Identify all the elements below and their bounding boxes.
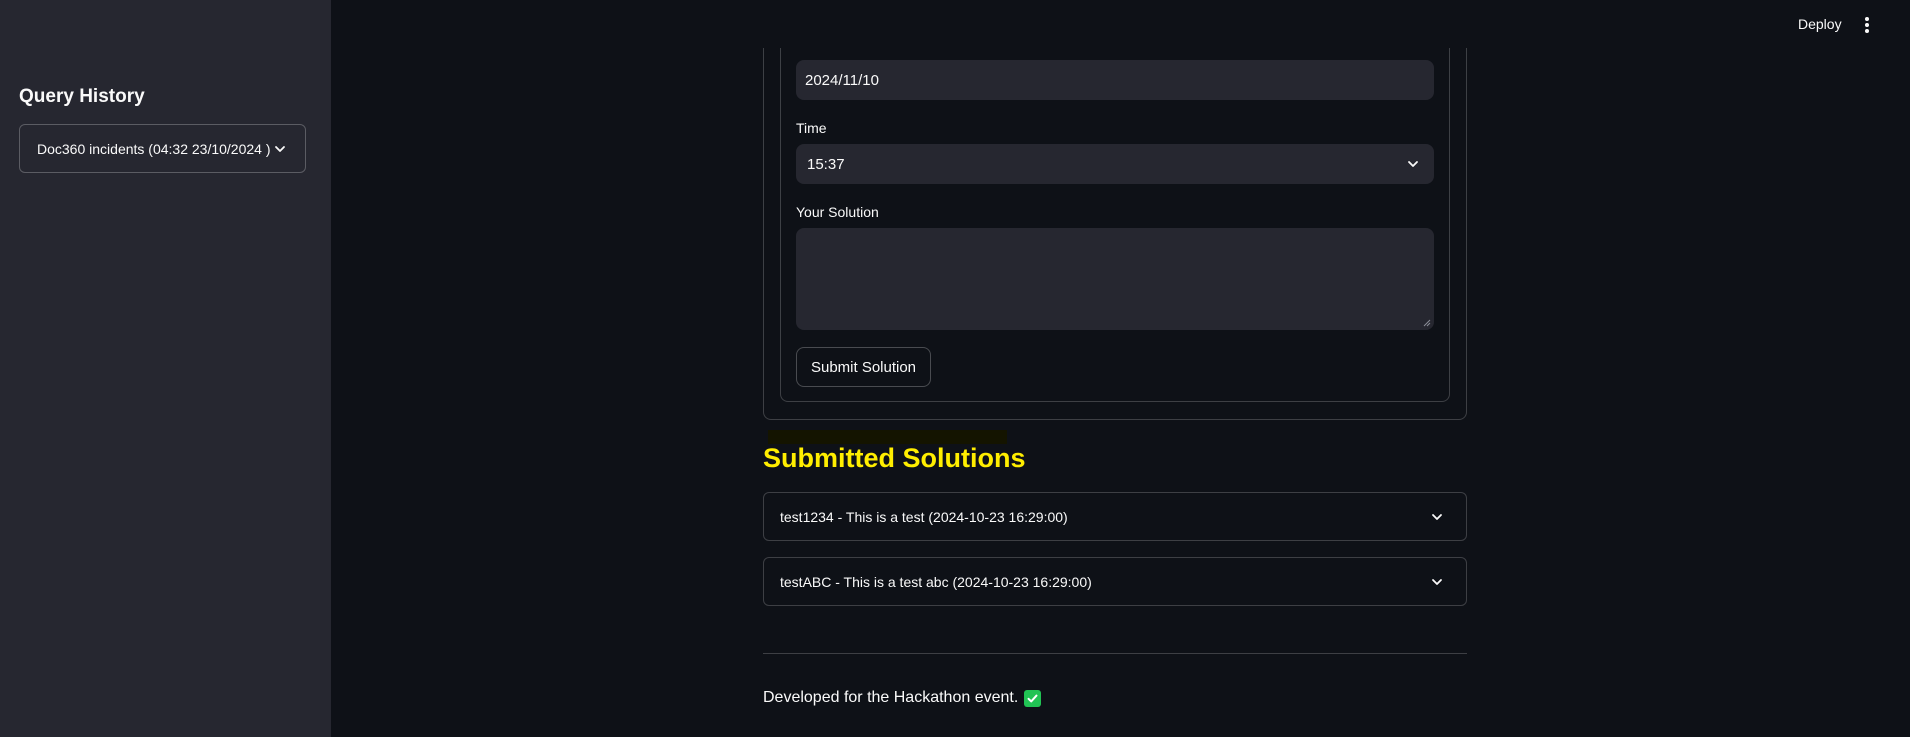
submitted-solutions-title: Submitted Solutions bbox=[763, 443, 1026, 473]
query-history-value: Doc360 incidents (04:32 23/10/2024 ) bbox=[37, 140, 271, 157]
solution-label: Your Solution bbox=[796, 204, 879, 220]
date-input[interactable]: 2024/11/10 bbox=[796, 60, 1434, 100]
solution-expander-label: testABC - This is a test abc (2024-10-23… bbox=[780, 573, 1092, 590]
query-history-select[interactable]: Doc360 incidents (04:32 23/10/2024 ) bbox=[19, 124, 306, 173]
footer: Developed for the Hackathon event. bbox=[763, 689, 1042, 707]
deploy-button[interactable]: Deploy bbox=[1798, 16, 1842, 32]
header bbox=[331, 0, 1910, 48]
chevron-down-icon bbox=[1432, 513, 1442, 520]
check-mark-icon bbox=[1024, 689, 1042, 707]
title-highlight bbox=[768, 430, 1007, 444]
chevron-down-icon bbox=[1408, 161, 1418, 167]
solution-expander[interactable]: testABC - This is a test abc (2024-10-23… bbox=[763, 557, 1467, 606]
sidebar-title: Query History bbox=[19, 86, 145, 107]
divider bbox=[763, 653, 1467, 654]
time-value: 15:37 bbox=[807, 155, 845, 173]
solution-expander[interactable]: test1234 - This is a test (2024-10-23 16… bbox=[763, 492, 1467, 541]
chevron-down-icon bbox=[275, 145, 285, 152]
solution-textarea[interactable] bbox=[796, 228, 1434, 330]
solution-expander-label: test1234 - This is a test (2024-10-23 16… bbox=[780, 508, 1068, 525]
footer-text: Developed for the Hackathon event. bbox=[763, 689, 1019, 706]
submit-solution-button[interactable]: Submit Solution bbox=[796, 347, 931, 387]
time-label: Time bbox=[796, 120, 827, 136]
chevron-down-icon bbox=[1432, 578, 1442, 585]
resize-handle-icon[interactable] bbox=[1423, 319, 1431, 327]
time-select[interactable]: 15:37 bbox=[796, 144, 1434, 184]
kebab-menu-icon[interactable] bbox=[1860, 14, 1874, 36]
sidebar: Query History Doc360 incidents (04:32 23… bbox=[0, 0, 331, 737]
